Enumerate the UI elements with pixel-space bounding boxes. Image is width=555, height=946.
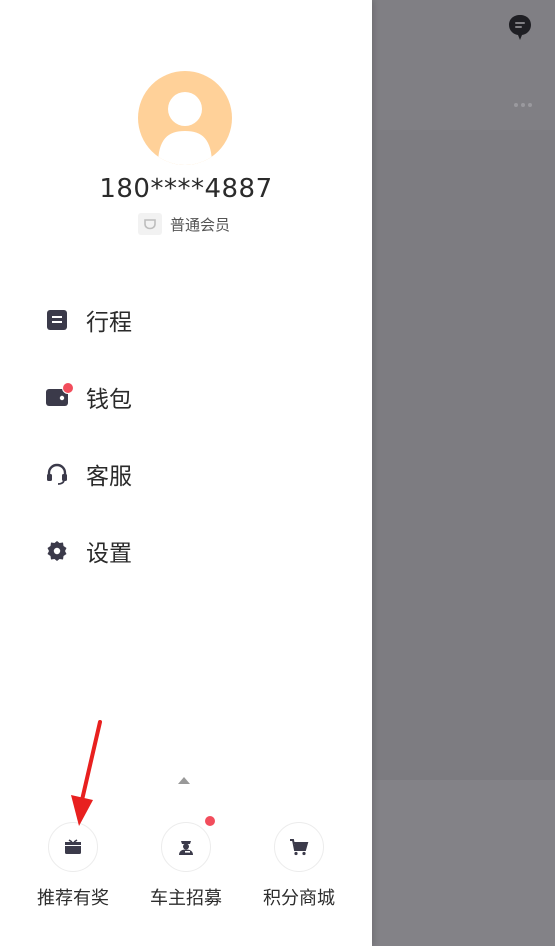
menu-item-label: 钱包 (86, 387, 132, 413)
expand-up-icon[interactable] (178, 777, 190, 784)
gift-icon (48, 822, 98, 872)
bottom-item-label: 积分商城 (263, 888, 335, 909)
itinerary-icon (44, 307, 70, 333)
member-badge-icon (138, 213, 162, 235)
bottom-item-label: 推荐有奖 (37, 888, 109, 909)
driver-icon (161, 822, 211, 872)
side-drawer: 180****4887 普通会员 行程 钱包 客服 设置 推荐有奖 车主招募 积… (0, 0, 372, 946)
menu-item-itinerary[interactable]: 行程 (44, 300, 334, 340)
menu-item-label: 客服 (86, 464, 132, 490)
phone-number: 180****4887 (99, 174, 273, 204)
default-avatar-icon (158, 92, 212, 165)
wallet-icon (44, 382, 74, 410)
menu-item-label: 行程 (86, 310, 132, 336)
screen: 180****4887 普通会员 行程 钱包 客服 设置 推荐有奖 车主招募 积… (0, 0, 555, 946)
bottom-item-label: 车主招募 (150, 888, 222, 909)
driver-recruit-badge (205, 816, 215, 826)
menu-item-settings[interactable]: 设置 (44, 531, 334, 571)
member-level-label: 普通会员 (170, 215, 231, 234)
menu-item-label: 设置 (86, 541, 132, 567)
background-map-area[interactable] (372, 130, 555, 770)
background-bottom-card[interactable] (372, 780, 555, 946)
headset-icon (44, 461, 70, 487)
menu-item-customer-service[interactable]: 客服 (44, 454, 334, 494)
bottom-item-driver-recruit[interactable]: 车主招募 (131, 816, 241, 922)
avatar[interactable] (138, 71, 232, 165)
bottom-item-points-mall[interactable]: 积分商城 (244, 822, 354, 922)
bottom-item-referral[interactable]: 推荐有奖 (18, 822, 128, 922)
more-icon[interactable] (514, 92, 536, 107)
settings-icon (44, 538, 70, 564)
member-level[interactable]: 普通会员 (138, 212, 230, 236)
wallet-badge (62, 382, 74, 394)
menu-item-wallet[interactable]: 钱包 (44, 377, 334, 417)
message-icon[interactable] (508, 14, 532, 42)
cart-icon (274, 822, 324, 872)
